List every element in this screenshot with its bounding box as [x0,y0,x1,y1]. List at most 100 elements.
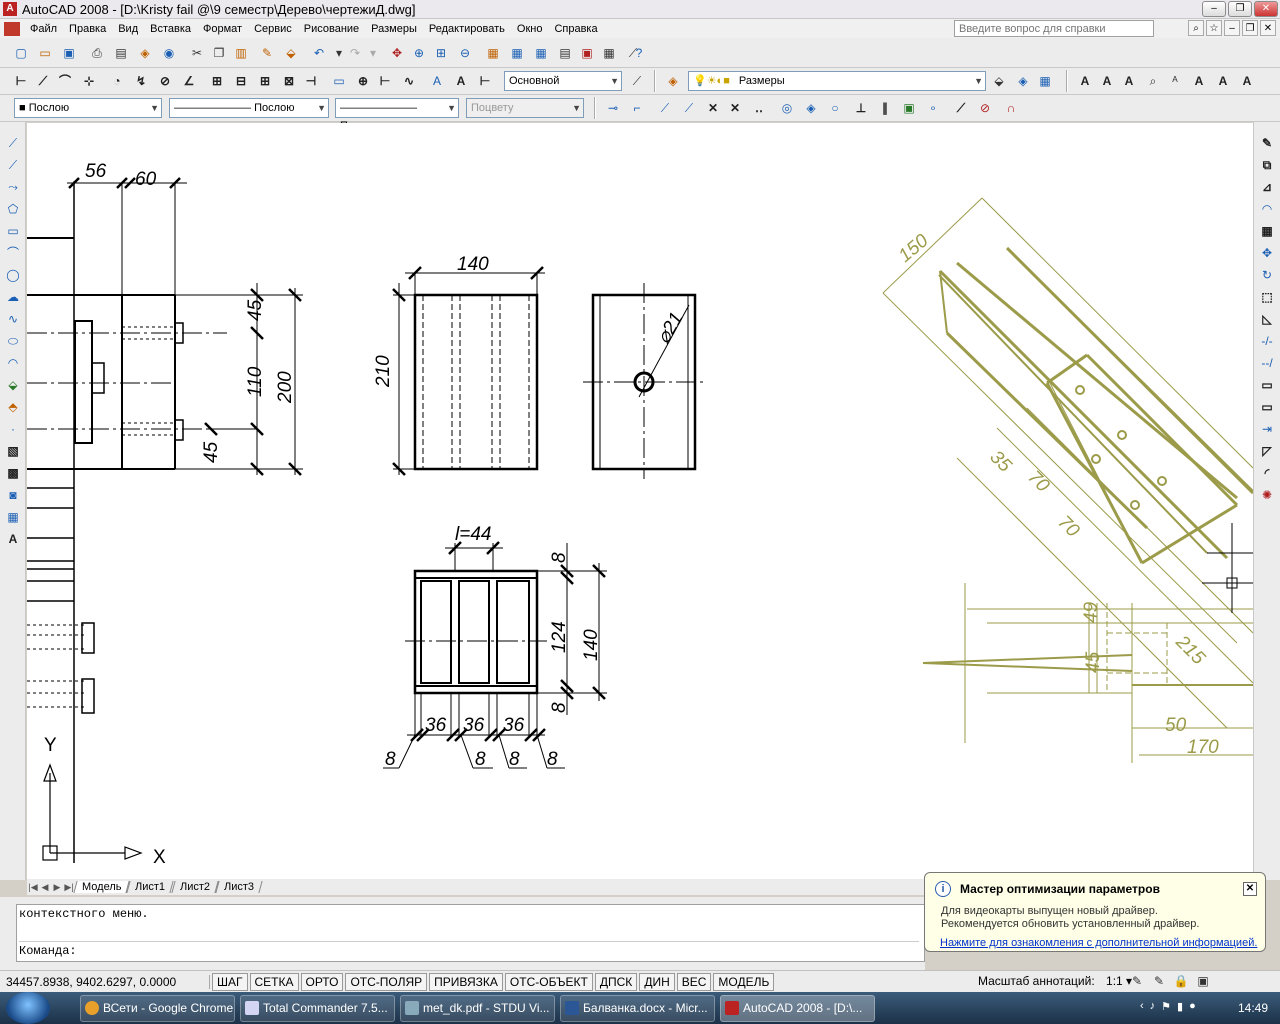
region-icon[interactable]: ◙ [4,486,22,504]
break-at-point-icon[interactable]: ▭ [1258,376,1276,394]
dim-style-icon[interactable]: ⟋ [628,72,646,90]
linetype-combo[interactable]: ——————— Послою ▼ [169,98,329,118]
dim-radius-icon[interactable]: ◔ [108,72,126,90]
mode-ortho[interactable]: ОРТО [300,972,344,991]
command-line[interactable]: контекстного меню. Команда: [16,904,925,962]
line-icon[interactable]: ⟋ [4,134,22,152]
snap-midpoint-icon[interactable]: ⟋ [680,99,698,117]
communication-icon[interactable]: ☆ [1206,20,1222,36]
zoom-realtime-icon[interactable]: ⊕ [410,44,428,62]
find-text-icon[interactable]: ⌕ [1144,72,1162,90]
mode-grid[interactable]: СЕТКА [249,972,299,991]
mode-polar[interactable]: ОТС-ПОЛЯР [345,972,428,991]
annotation-scale[interactable]: Масштаб аннотаций: 1:1 ▾ [978,974,1132,988]
dim-break-icon[interactable]: ⊣ [302,72,320,90]
snap-insert-icon[interactable]: ▣ [900,99,918,117]
dim-update-icon[interactable]: ⊢ [476,72,494,90]
scale-text-icon[interactable]: A [1214,72,1232,90]
text-style-icon[interactable]: A [1190,72,1208,90]
redo-dropdown-icon[interactable]: ▾ [364,44,382,62]
color-combo[interactable]: ■ Послою ▼ [14,98,162,118]
move-icon[interactable]: ✥ [1258,244,1276,262]
snap-tangent-icon[interactable]: ○ [826,99,844,117]
document-icon[interactable] [4,21,20,36]
dim-jogged-icon[interactable]: ↯ [132,72,150,90]
snap-center-icon[interactable]: ◎ [778,99,796,117]
layer-states-icon[interactable]: ▦ [1036,72,1054,90]
menu-tools[interactable]: Сервис [248,23,298,35]
snap-intersection-icon[interactable]: ✕ [704,99,722,117]
dim-linear-icon[interactable]: ⊢ [12,72,30,90]
menu-window[interactable]: Окно [511,23,549,35]
maximize-button[interactable]: ❐ [1228,1,1252,17]
dim-angular-icon[interactable]: ∠ [180,72,198,90]
erase-icon[interactable]: ✎ [1258,134,1276,152]
ellipse-arc-icon[interactable]: ◠ [4,354,22,372]
insert-block-icon[interactable]: ⬙ [4,376,22,394]
point-icon[interactable]: · [4,420,22,438]
help-search-input[interactable] [954,20,1154,37]
minimize-button[interactable]: – [1202,1,1226,17]
first-tab-icon[interactable]: |◀ [27,882,39,893]
menu-view[interactable]: Вид [112,23,144,35]
make-block-icon[interactable]: ⬘ [4,398,22,416]
mode-ducs[interactable]: ДПСК [594,972,638,991]
snap-quadrant-icon[interactable]: ◈ [802,99,820,117]
snap-extension-icon[interactable]: ‥ [750,99,768,117]
sheet-set-icon[interactable]: ▤ [556,44,574,62]
preview-icon[interactable]: ▤ [112,44,130,62]
snap-nearest-icon[interactable]: ⟋ [952,99,970,117]
next-tab-icon[interactable]: ▶ [51,882,63,893]
fillet-icon[interactable]: ◜ [1258,464,1276,482]
array-icon[interactable]: ▦ [1258,222,1276,240]
mode-lwt[interactable]: ВЕС [676,972,712,991]
snap-from-icon[interactable]: ⌐ [628,99,646,117]
block-editor-icon[interactable]: ⬙ [282,44,300,62]
dim-continue-icon[interactable]: ⊞ [256,72,274,90]
dim-aligned-icon[interactable]: ⟋ [34,72,52,90]
open-icon[interactable]: ▭ [36,44,54,62]
circle-icon[interactable]: ◯ [4,266,22,284]
center-mark-icon[interactable]: ⊕ [354,72,372,90]
tab-sheet3[interactable]: Лист3 [214,881,263,893]
info-tray-icon[interactable]: ● [1189,1000,1196,1013]
gradient-icon[interactable]: ▩ [4,464,22,482]
toolbar-lock-icon[interactable]: 🔒 [1172,972,1190,990]
jogged-linear-icon[interactable]: ∿ [400,72,418,90]
pan-icon[interactable]: ✥ [388,44,406,62]
justify-text-icon[interactable]: A [1238,72,1256,90]
break-icon[interactable]: ▭ [1258,398,1276,416]
network-icon[interactable]: ▮ [1177,1000,1183,1013]
make-current-icon[interactable]: ⬙ [990,72,1008,90]
balloon-close-button[interactable]: ✕ [1243,882,1257,896]
dim-baseline-icon[interactable]: ⊟ [232,72,250,90]
dim-space-icon[interactable]: ⊠ [280,72,298,90]
menu-format[interactable]: Формат [197,23,248,35]
task-stdu-viewer[interactable]: met_dk.pdf - STDU Vi... [400,995,555,1022]
3d-dwf-icon[interactable]: ◉ [160,44,178,62]
balloon-more-info-link[interactable]: Нажмите для ознакомления с дополнительно… [940,937,1257,949]
undo-icon[interactable]: ↶ [310,44,328,62]
dim-diameter-icon[interactable]: ⊘ [156,72,174,90]
markup-icon[interactable]: ▣ [578,44,596,62]
snap-endpoint-icon[interactable]: ⟋ [656,99,674,117]
calculator-icon[interactable]: ▦ [600,44,618,62]
trim-icon[interactable]: -/- [1258,332,1276,350]
mode-snap[interactable]: ШАГ [212,972,248,991]
properties-icon[interactable]: ▦ [484,44,502,62]
arc-icon[interactable]: ⌒ [4,244,22,262]
tab-model[interactable]: Модель [73,881,131,893]
hatch-icon[interactable]: ▧ [4,442,22,460]
ellipse-icon[interactable]: ⬭ [4,332,22,350]
clean-screen-icon[interactable]: ▣ [1194,972,1212,990]
copy-icon[interactable]: ❐ [210,44,228,62]
dim-edit-icon[interactable]: A [428,72,446,90]
tray-arrow-icon[interactable]: ‹ [1140,1000,1144,1013]
menu-dimension[interactable]: Размеры [365,23,423,35]
join-icon[interactable]: ⇥ [1258,420,1276,438]
menu-insert[interactable]: Вставка [144,23,197,35]
command-prompt[interactable]: Команда: [19,941,919,958]
close-button[interactable]: ✕ [1254,1,1278,17]
new-icon[interactable]: ▢ [12,44,30,62]
menu-modify[interactable]: Редактировать [423,23,511,35]
